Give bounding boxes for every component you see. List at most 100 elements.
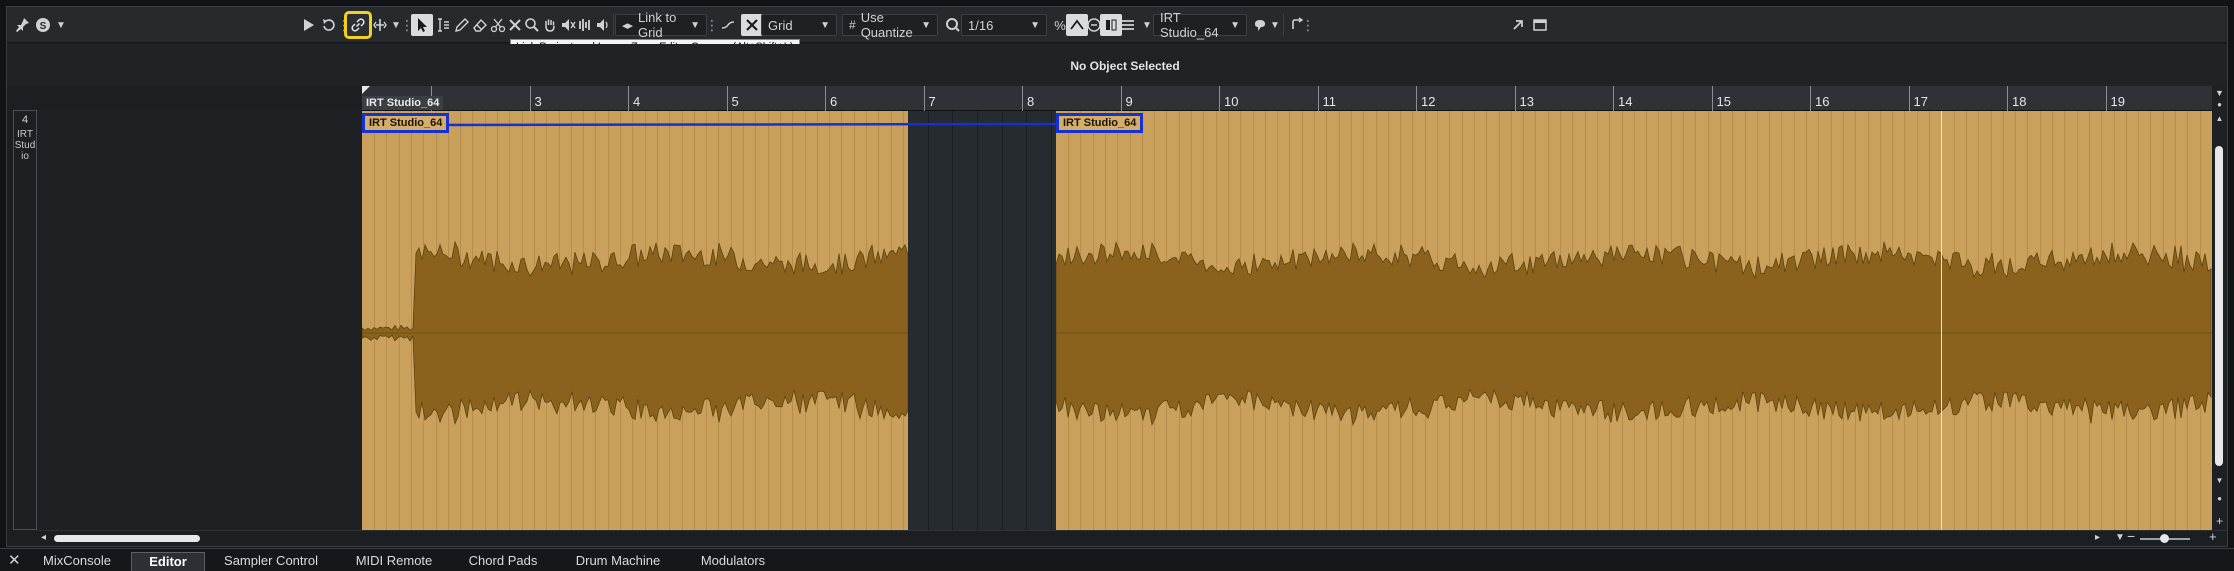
zoom-slider-knob[interactable] xyxy=(2160,534,2169,543)
ruler-bar-5: 5 xyxy=(726,86,739,111)
voice-icon[interactable]: ▼ xyxy=(1251,14,1281,36)
close-icon[interactable]: ✕ xyxy=(8,551,21,569)
scroll-right-icon[interactable]: ▸ xyxy=(2095,532,2100,543)
ruler-bar-3: 3 xyxy=(529,86,542,111)
tab-chord-pads[interactable]: Chord Pads xyxy=(460,552,546,571)
quantize-value-label: 1/16 xyxy=(968,17,994,33)
snap-curve-icon[interactable] xyxy=(717,14,739,36)
event-name-label[interactable]: IRT Studio_64 xyxy=(1056,113,1144,133)
volume-icon[interactable] xyxy=(592,14,614,36)
scroll-left-icon[interactable]: ◂ xyxy=(41,532,46,543)
tab-sampler-control[interactable]: Sampler Control xyxy=(212,552,330,571)
track-selector-dropdown[interactable]: IRT Studio_64 ▼ xyxy=(1153,10,1247,40)
ruler-bar-number: 18 xyxy=(2012,94,2027,109)
waveform xyxy=(362,240,908,426)
zoom-dot-icon[interactable]: ● xyxy=(2212,494,2227,503)
vertical-scrollbar[interactable]: ▼ ● ▲ ▼ ● + xyxy=(2212,86,2227,530)
project-cursor[interactable] xyxy=(1941,111,1942,530)
event-display[interactable]: IRT Studio_64 IRT Studio_64 xyxy=(362,111,2212,530)
zoom-plus-icon[interactable]: + xyxy=(2209,529,2217,544)
ruler-bar-number: 9 xyxy=(1125,94,1133,109)
tab-midi-remote[interactable]: MIDI Remote xyxy=(342,552,446,571)
horizontal-scrollbar[interactable]: ◂ ▸ ▼ − + xyxy=(37,528,2227,546)
zoom-minus-icon[interactable]: − xyxy=(2127,528,2135,544)
ruler-bar-number: 17 xyxy=(1913,94,1928,109)
svg-text:S: S xyxy=(40,21,47,32)
link-mode-dropdown[interactable]: ◂▸ Link to Grid ▼ xyxy=(615,10,707,40)
editor-toolbar: S ▼ ⋮ ▼ ⋮ ◂▸ Link to Grid ▼ ⋮ Grid ▼ # U… xyxy=(7,7,2227,43)
info-line-text: No Object Selected xyxy=(1070,59,1180,73)
scroll-up-arrow-icon[interactable]: ▲ xyxy=(2212,114,2227,123)
waveform xyxy=(1056,241,2212,427)
scroll-down-arrow-icon[interactable]: ▼ xyxy=(2212,476,2227,485)
link-cursor-icon[interactable] xyxy=(344,11,372,39)
link-mode-label: Link to Grid xyxy=(638,10,677,40)
snap-toggle-icon[interactable] xyxy=(741,14,763,36)
ruler-bar-13: 13 xyxy=(1514,86,1534,111)
chevron-down-icon: ▼ xyxy=(1030,19,1040,31)
tab-editor[interactable]: Editor xyxy=(131,552,205,571)
toolbar-divider-dots: ⋮ xyxy=(705,17,719,33)
play-icon[interactable] xyxy=(297,14,319,36)
snap-arrows-icon: ◂▸ xyxy=(622,19,634,32)
ruler-bar-number: 11 xyxy=(1322,94,1337,109)
zoom-dot-icon[interactable]: ● xyxy=(2212,100,2227,109)
ruler-bar-number: 3 xyxy=(534,94,542,109)
ruler-bar-6: 6 xyxy=(825,86,837,111)
chevron-down-icon: ▼ xyxy=(921,19,931,31)
solo-dropdown-icon[interactable]: ▼ xyxy=(50,14,72,36)
ruler-bar-7: 7 xyxy=(923,86,936,111)
tab-drum-machine[interactable]: Drum Machine xyxy=(565,552,671,571)
ruler-bar-4: 4 xyxy=(628,86,640,111)
ruler-bar-number: 7 xyxy=(928,94,936,109)
toolbar-divider-dots: ⋮ xyxy=(400,17,414,33)
scroll-up-icon[interactable]: ▼ xyxy=(2212,88,2227,98)
ruler[interactable]: 2345678910111213141516171819 IRT Studio_… xyxy=(362,86,2212,111)
open-in-window-icon[interactable] xyxy=(1507,14,1529,36)
grid-line xyxy=(1001,111,1003,530)
dropdown-arrow-icon[interactable]: ▼ xyxy=(2115,532,2125,543)
track-number: 4 xyxy=(21,114,29,126)
audio-event[interactable] xyxy=(1056,111,2212,530)
tab-modulators[interactable]: Modulators xyxy=(688,552,778,571)
grid-type-dropdown[interactable]: Grid ▼ xyxy=(761,14,837,36)
ruler-bar-number: 10 xyxy=(1224,94,1239,109)
ruler-bar-number: 16 xyxy=(1815,94,1830,109)
chevron-down-icon: ▼ xyxy=(820,19,830,31)
toolbar-separator xyxy=(1283,14,1284,36)
zoom-plus-icon[interactable]: + xyxy=(2212,514,2227,528)
chevron-down-icon: ▼ xyxy=(1230,19,1240,31)
quantize-mode-dropdown[interactable]: # Use Quantize ▼ xyxy=(842,10,938,40)
toolbar-separator xyxy=(613,14,614,36)
ruler-bar-number: 4 xyxy=(633,94,641,109)
event-name-label[interactable]: IRT Studio_64 xyxy=(362,113,450,133)
window-icon[interactable] xyxy=(1529,14,1551,36)
audio-event[interactable] xyxy=(362,111,908,530)
vertical-scroll-thumb[interactable] xyxy=(2215,146,2223,466)
track-header[interactable]: 4 IRT Studio xyxy=(13,110,37,530)
pointer-icon[interactable] xyxy=(411,14,433,36)
toolbar-divider-dots: ⋮ xyxy=(1301,17,1315,33)
chevron-down-icon: ▼ xyxy=(690,19,700,31)
tab-mixconsole[interactable]: MixConsole xyxy=(30,552,124,571)
ruler-bar-number: 12 xyxy=(1421,94,1436,109)
ruler-bar-11: 11 xyxy=(1317,86,1336,111)
ruler-bar-18: 18 xyxy=(2007,86,2026,111)
ruler-clip-label: IRT Studio_64 xyxy=(362,96,444,110)
grid-line xyxy=(952,111,954,530)
lower-zone-tabs: ✕ MixConsole Editor Sampler Control MIDI… xyxy=(0,548,2234,571)
ruler-bar-12: 12 xyxy=(1416,86,1435,111)
horizontal-scroll-thumb[interactable] xyxy=(54,535,200,542)
ruler-bar-14: 14 xyxy=(1613,86,1632,111)
quantize-value-dropdown[interactable]: 1/16 ▼ xyxy=(961,14,1047,36)
pin-icon[interactable] xyxy=(11,14,33,36)
ruler-bar-number: 13 xyxy=(1519,94,1534,109)
grid-type-label: Grid xyxy=(768,17,793,33)
ruler-bar-number: 8 xyxy=(1027,94,1035,109)
ruler-bar-16: 16 xyxy=(1810,86,1829,111)
quantize-mode-label: Use Quantize xyxy=(860,10,913,40)
cycle-marker-icon[interactable] xyxy=(362,86,370,94)
ruler-bar-19: 19 xyxy=(2105,86,2125,111)
ruler-bar-number: 6 xyxy=(830,94,838,109)
grid-line xyxy=(927,111,929,530)
